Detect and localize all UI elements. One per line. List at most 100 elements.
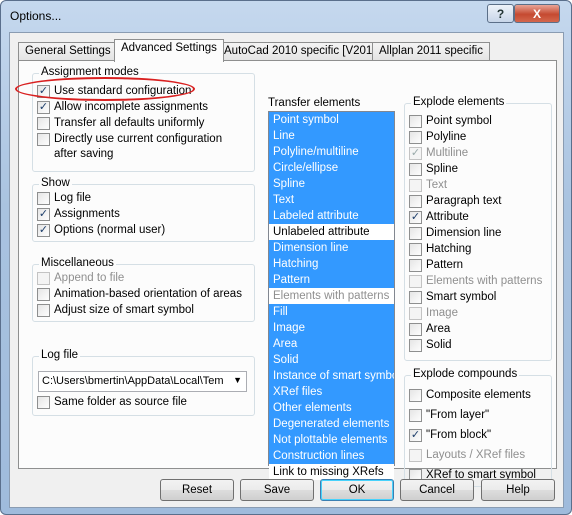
explode-spline-checkbox[interactable]: Spline [409,162,458,177]
log-file-path-combo[interactable]: C:\Users\bmertin\AppData\Local\Tem ▼ [38,371,247,392]
checkbox-box[interactable] [409,275,422,288]
checkbox-box[interactable]: ✓ [37,224,50,237]
layouts-xref-checkbox[interactable]: Layouts / XRef files [409,448,525,463]
list-item[interactable]: Construction lines [269,448,394,464]
help-title-button[interactable]: ? [487,4,514,23]
cancel-button[interactable]: Cancel [400,479,474,501]
checkbox-box[interactable] [409,409,422,422]
list-item[interactable]: Not plottable elements [269,432,394,448]
checkbox-box[interactable] [37,192,50,205]
checkbox-box[interactable] [409,115,422,128]
explode-point-symbol-checkbox[interactable]: Point symbol [409,114,492,129]
checkbox-box[interactable] [409,227,422,240]
checkbox-box[interactable] [37,117,50,130]
ok-button[interactable]: OK [320,479,394,501]
checkbox-box[interactable] [409,389,422,402]
list-item[interactable]: Dimension line [269,240,394,256]
save-button[interactable]: Save [240,479,314,501]
help-button[interactable]: Help [481,479,555,501]
checkbox-box[interactable] [409,323,422,336]
list-item[interactable]: Area [269,336,394,352]
assignment-modes-title: Assignment modes [39,66,141,78]
list-item[interactable]: Image [269,320,394,336]
tab-general-settings[interactable]: General Settings [18,42,118,61]
list-item[interactable]: Unlabeled attribute [269,224,394,240]
checkbox-box[interactable] [409,243,422,256]
allow-incomplete-checkbox[interactable]: ✓ Allow incomplete assignments [37,100,208,115]
adjust-smart-symbol-checkbox[interactable]: Adjust size of smart symbol [37,303,194,318]
checkbox-box[interactable]: ✓ [37,208,50,221]
use-standard-config-checkbox[interactable]: ✓ Use standard configuration [37,84,191,99]
checkbox-box[interactable] [37,304,50,317]
list-item[interactable]: Line [269,128,394,144]
checkbox-box[interactable] [409,259,422,272]
list-item[interactable]: Circle/ellipse [269,160,394,176]
list-item[interactable]: Hatching [269,256,394,272]
append-to-file-checkbox[interactable]: Append to file [37,271,124,286]
checkbox-box[interactable] [37,396,50,409]
animation-orientation-checkbox[interactable]: Animation-based orientation of areas [37,287,242,302]
same-folder-checkbox[interactable]: Same folder as source file [37,395,187,410]
explode-area-checkbox[interactable]: Area [409,322,450,337]
transfer-defaults-checkbox[interactable]: Transfer all defaults uniformly [37,116,204,131]
explode-solid-checkbox[interactable]: Solid [409,338,452,353]
list-item[interactable]: Labeled attribute [269,208,394,224]
composite-elements-checkbox[interactable]: Composite elements [409,388,531,403]
explode-pattern-checkbox[interactable]: Pattern [409,258,463,273]
show-log-file-checkbox[interactable]: Log file [37,191,91,206]
explode-attribute-checkbox[interactable]: ✓ Attribute [409,210,469,225]
checkbox-box[interactable] [409,131,422,144]
checkbox-box[interactable]: ✓ [409,211,422,224]
list-item[interactable]: Point symbol [269,112,394,128]
checkbox-box[interactable] [409,339,422,352]
checkbox-box[interactable] [409,195,422,208]
explode-smart-symbol-checkbox[interactable]: Smart symbol [409,290,496,305]
list-item[interactable]: XRef files [269,384,394,400]
checkbox-box[interactable] [409,291,422,304]
transfer-elements-title: Transfer elements [268,97,361,109]
checkbox-box[interactable] [37,133,50,146]
explode-image-checkbox[interactable]: Image [409,306,458,321]
tab-allplan-2011[interactable]: Allplan 2011 specific [372,42,490,61]
explode-text-checkbox[interactable]: Text [409,178,447,193]
list-item[interactable]: Solid [269,352,394,368]
reset-button[interactable]: Reset [160,479,234,501]
list-item[interactable]: Text [269,192,394,208]
close-button[interactable]: X [514,4,560,23]
list-item[interactable]: Fill [269,304,394,320]
checkbox-box[interactable] [409,449,422,462]
transfer-elements-list[interactable]: Point symbol Line Polyline/multiline Cir… [268,111,395,480]
show-options-checkbox[interactable]: ✓ Options (normal user) [37,223,165,238]
show-assignments-checkbox[interactable]: ✓ Assignments [37,207,120,222]
checkbox-box[interactable] [37,288,50,301]
list-item[interactable]: Instance of smart symbol [269,368,394,384]
explode-elements-with-patterns-checkbox[interactable]: Elements with patterns [409,274,542,289]
list-item[interactable]: Polyline/multiline [269,144,394,160]
tab-autocad-2010[interactable]: AutoCad 2010 specific [V2010] [217,42,389,61]
explode-paragraph-text-checkbox[interactable]: Paragraph text [409,194,501,209]
checkbox-box[interactable]: ✓ [37,85,50,98]
checkbox-box[interactable] [409,307,422,320]
list-item[interactable]: Link to missing XRefs [269,464,394,480]
checkbox-box[interactable]: ✓ [37,101,50,114]
explode-multiline-checkbox[interactable]: ✓ Multiline [409,146,468,161]
checkbox-box[interactable] [409,179,422,192]
tab-advanced-settings[interactable]: Advanced Settings [114,39,224,62]
explode-dimension-line-checkbox[interactable]: Dimension line [409,226,501,241]
list-item[interactable]: Degenerated elements [269,416,394,432]
direct-use-config-checkbox[interactable]: Directly use current configuration after… [37,132,222,162]
chevron-down-icon[interactable]: ▼ [233,375,242,385]
checkbox-box[interactable]: ✓ [409,147,422,160]
list-item[interactable]: Spline [269,176,394,192]
from-layer-checkbox[interactable]: "From layer" [409,408,489,423]
list-item[interactable]: Pattern [269,272,394,288]
from-block-checkbox[interactable]: ✓ "From block" [409,428,491,443]
explode-polyline-checkbox[interactable]: Polyline [409,130,466,145]
checkbox-box[interactable] [37,272,50,285]
list-item[interactable]: Other elements [269,400,394,416]
title-bar[interactable]: Options... ? X [1,1,571,31]
explode-hatching-checkbox[interactable]: Hatching [409,242,471,257]
list-item[interactable]: Elements with patterns [269,288,394,304]
checkbox-box[interactable]: ✓ [409,429,422,442]
checkbox-box[interactable] [409,163,422,176]
